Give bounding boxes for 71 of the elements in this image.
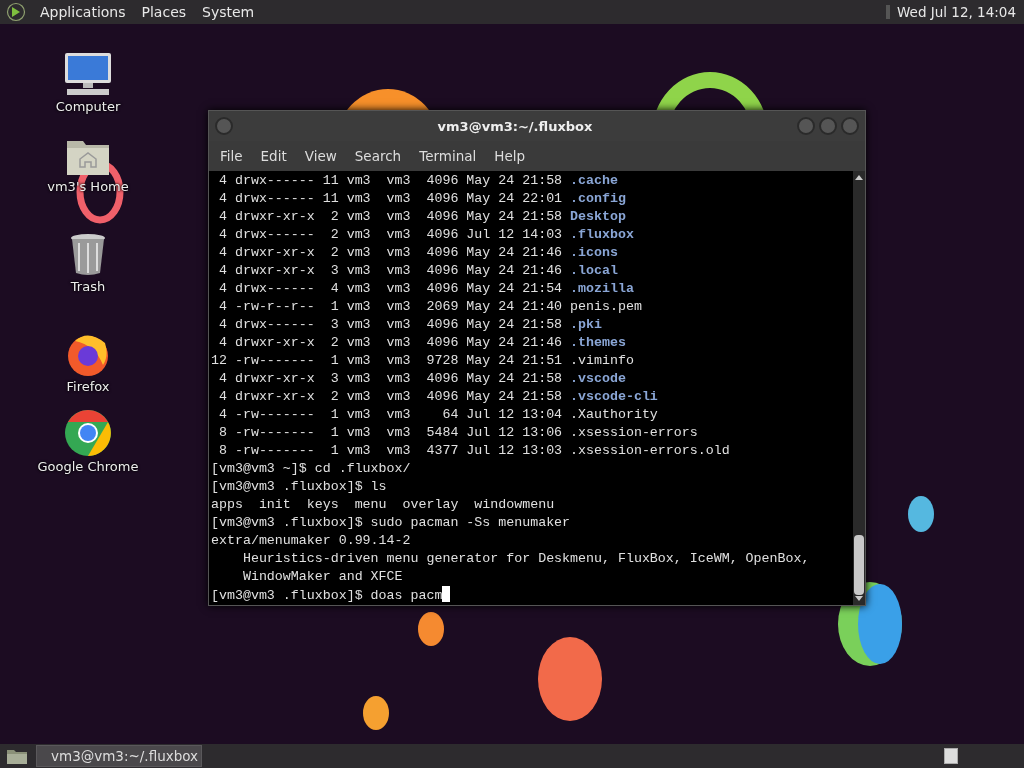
file-name: .Xauthority (570, 407, 658, 422)
listing-text: 4 drwx------ 2 vm3 vm3 4096 Jul 12 14:03 (217, 227, 564, 242)
terminal-line: [vm3@vm3 ~]$ cd .fluxbox/ (211, 461, 411, 476)
down-arrow-icon[interactable] (854, 595, 864, 603)
play-circle-icon[interactable] (6, 2, 26, 22)
up-arrow-icon[interactable] (854, 173, 864, 181)
terminal-line[interactable]: [vm3@vm3 .fluxbox]$ doas pacm (211, 588, 443, 603)
menu-item[interactable]: View (295, 148, 346, 164)
terminal-line: Heuristics-driven menu generator for Deskmenu, FluxBox, IceWM, OpenBox, (241, 551, 810, 566)
monitor-icon[interactable] (63, 51, 113, 97)
file-name: .mozilla (570, 281, 634, 296)
desktop-icon-label[interactable]: Computer (55, 99, 121, 114)
trash-icon[interactable] (69, 233, 107, 277)
panel-menu[interactable]: System (194, 4, 263, 20)
menu-item[interactable]: Search (345, 148, 411, 164)
menu-item[interactable]: File (211, 148, 252, 164)
panel-menu[interactable]: Places (133, 4, 195, 20)
file-name: .config (570, 191, 626, 206)
listing-text: 4 drwxr-xr-x 2 vm3 vm3 4096 May 24 21:58 (217, 389, 564, 404)
scrollbar[interactable] (853, 171, 865, 605)
listing-text: 12 -rw------- 1 vm3 vm3 9728 May 24 21:51 (211, 353, 564, 368)
wallpaper-bubble (363, 696, 389, 730)
file-name: .local (570, 263, 618, 278)
terminal-line: [vm3@vm3 .fluxbox]$ sudo pacman -Ss menumaker (211, 515, 571, 530)
listing-text: 4 drwxr-xr-x 2 vm3 vm3 4096 May 24 21:46 (217, 335, 564, 350)
listing-text: 4 -rw------- 1 vm3 vm3 64 Jul 12 13:04 (217, 407, 564, 422)
terminal-line: WindowMaker and XFCE (241, 569, 403, 584)
listing-text: 4 drwxr-xr-x 3 vm3 vm3 4096 May 24 21:46 (217, 263, 564, 278)
listing-text: 4 drwx------ 11 vm3 vm3 4096 May 24 21:58 (217, 173, 564, 188)
wallpaper-bubble (908, 496, 934, 532)
listing-text: 8 -rw------- 1 vm3 vm3 4377 Jul 12 13:03 (217, 443, 564, 458)
file-name: .cache (570, 173, 618, 188)
menu-item[interactable]: Help (485, 148, 535, 164)
desktop-icon-label[interactable]: Google Chrome (37, 459, 139, 474)
handle-icon (885, 4, 892, 20)
listing-text: 4 drwx------ 4 vm3 vm3 4096 May 24 21:54 (217, 281, 564, 296)
show-desktop-icon[interactable] (6, 747, 28, 765)
file-name: Desktop (570, 209, 626, 224)
desktop-icon-label[interactable]: Firefox (66, 379, 110, 394)
file-name: .themes (570, 335, 626, 350)
terminal-line: extra/menumaker 0.99.14-2 (211, 533, 411, 548)
taskbar-button[interactable]: vm3@vm3:~/.fluxbox (36, 745, 202, 767)
file-name: .vscode (570, 371, 626, 386)
terminal-line: apps init keys menu overlay windowmenu (211, 497, 555, 512)
chrome-icon[interactable] (64, 409, 112, 457)
listing-text: 4 drwx------ 3 vm3 vm3 4096 May 24 21:58 (217, 317, 564, 332)
terminal-line: [vm3@vm3 .fluxbox]$ ls (211, 479, 387, 494)
file-name: .icons (570, 245, 618, 260)
scroll-thumb[interactable] (854, 535, 864, 595)
listing-text: 4 drwx------ 11 vm3 vm3 4096 May 24 22:01 (217, 191, 564, 206)
file-name: .viminfo (570, 353, 634, 368)
panel-menu[interactable]: Applications (32, 4, 134, 20)
menu-item[interactable]: Terminal (410, 148, 486, 164)
menu-item[interactable]: Edit (251, 148, 296, 164)
file-name: .vscode-cli (570, 389, 658, 404)
listing-text: 8 -rw------- 1 vm3 vm3 5484 Jul 12 13:06 (217, 425, 564, 440)
file-name: .fluxbox (570, 227, 634, 242)
wallpaper-bubble (418, 612, 444, 646)
file-name: .xsession-errors (570, 425, 698, 440)
listing-text: 4 drwxr-xr-x 2 vm3 vm3 4096 May 24 21:58 (217, 209, 564, 224)
file-name: .pki (570, 317, 602, 332)
text-cursor (442, 586, 451, 602)
workspace-switcher[interactable] (944, 748, 958, 764)
clock[interactable]: Wed Jul 12, 14:04 (891, 4, 1018, 20)
listing-text: 4 -rw-r--r-- 1 vm3 vm3 2069 May 24 21:40 (217, 299, 564, 314)
file-name: .xsession-errors.old (570, 443, 730, 458)
desktop-icon-label[interactable]: Trash (70, 279, 106, 294)
window-title: vm3@vm3:~/.fluxbox (436, 118, 594, 134)
listing-text: 4 drwxr-xr-x 2 vm3 vm3 4096 May 24 21:46 (217, 245, 564, 260)
listing-text: 4 drwxr-xr-x 3 vm3 vm3 4096 May 24 21:58 (217, 371, 564, 386)
file-name: penis.pem (570, 299, 642, 314)
